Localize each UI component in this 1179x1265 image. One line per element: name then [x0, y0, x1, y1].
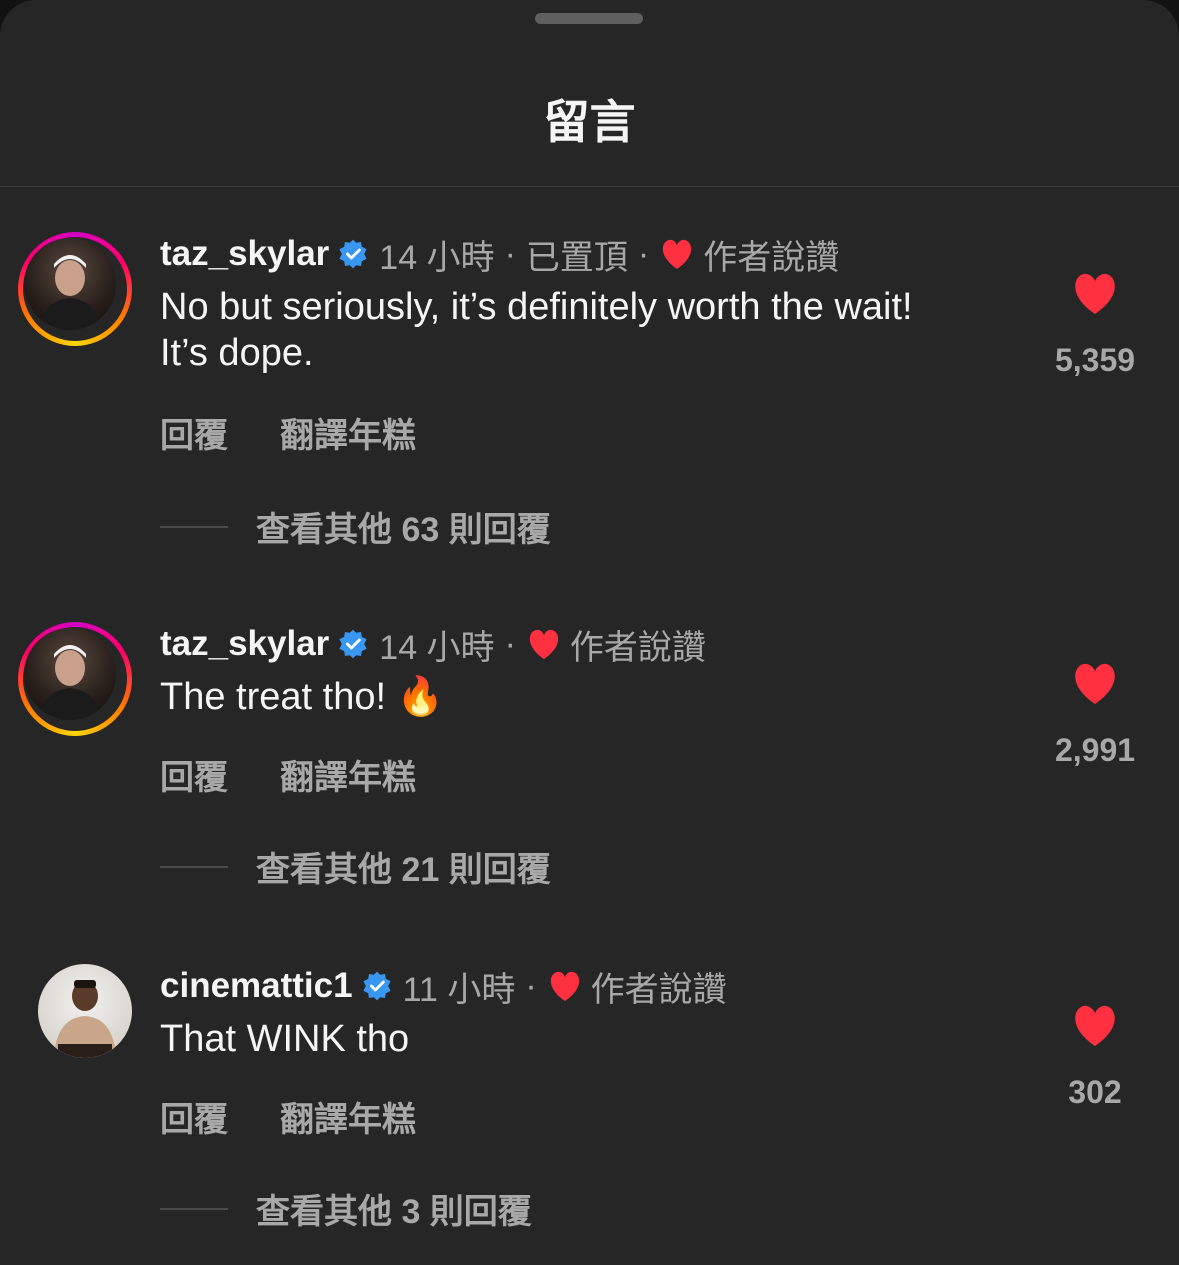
like-count: 2,991: [1054, 732, 1136, 768]
like-column: 5,359: [1040, 272, 1150, 379]
like-column: 2,991: [1040, 662, 1150, 769]
like-count: 5,359: [1054, 342, 1136, 378]
heart-icon: [529, 629, 559, 659]
view-replies-label: 查看其他 3 則回覆: [256, 1193, 532, 1231]
username[interactable]: cinemattic1: [160, 966, 353, 1006]
reply-button[interactable]: 回覆: [160, 408, 228, 457]
view-replies-button[interactable]: 查看其他 3 則回覆: [160, 1184, 532, 1233]
comment-text: The treat tho! 🔥: [160, 676, 444, 718]
comments-sheet: 留言 taz_skylar 14 小時 · 已置頂 · 作者說讚 No but …: [0, 0, 1179, 1265]
comment-time: 11 小時: [402, 970, 516, 1009]
replies-divider-line: [160, 525, 228, 528]
replies-divider-line: [160, 1207, 228, 1210]
avatar-story-ring[interactable]: [18, 232, 132, 346]
like-column: 302: [1040, 1004, 1150, 1111]
username[interactable]: taz_skylar: [160, 234, 329, 274]
author-liked-label: 作者說讚: [590, 970, 727, 1009]
author-liked-label: 作者說讚: [703, 238, 840, 277]
username[interactable]: taz_skylar: [160, 624, 329, 664]
comment-text: No but seriously, it’s definitely worth …: [160, 286, 913, 374]
heart-icon[interactable]: [1071, 272, 1119, 316]
avatar: [24, 628, 116, 720]
heart-icon: [663, 239, 692, 269]
verified-badge-icon: [339, 629, 367, 659]
translate-button[interactable]: 翻譯年糕: [280, 408, 416, 457]
sheet-grabber[interactable]: [535, 13, 643, 24]
view-replies-label: 查看其他 21 則回覆: [256, 851, 551, 889]
author-liked-label: 作者說讚: [569, 628, 706, 667]
comment-time: 14 小時: [379, 238, 495, 277]
reply-button[interactable]: 回覆: [160, 1092, 228, 1141]
avatar-story-ring[interactable]: [18, 622, 132, 736]
translate-button[interactable]: 翻譯年糕: [280, 1092, 416, 1141]
heart-icon: [550, 971, 579, 1001]
comment-actions: 回覆 翻譯年糕: [160, 750, 416, 799]
comment-actions: 回覆 翻譯年糕: [160, 1092, 416, 1141]
translate-button[interactable]: 翻譯年糕: [280, 750, 416, 799]
comment-header: cinemattic1 11 小時 · 作者說讚: [160, 964, 727, 1009]
sheet-title: 留言: [543, 96, 636, 148]
comment-actions: 回覆 翻譯年糕: [160, 408, 416, 457]
view-replies-button[interactable]: 查看其他 21 則回覆: [160, 842, 551, 891]
verified-badge-icon: [339, 239, 367, 269]
header-divider: [0, 186, 1179, 187]
comment-header: taz_skylar 14 小時 · 已置頂 · 作者說讚: [160, 232, 840, 277]
view-replies-button[interactable]: 查看其他 63 則回覆: [160, 502, 551, 551]
pinned-label: 已置頂: [525, 238, 628, 277]
like-count: 302: [1068, 1074, 1122, 1110]
comment-time: 14 小時: [379, 628, 495, 667]
heart-icon[interactable]: [1071, 1004, 1119, 1048]
heart-icon[interactable]: [1071, 662, 1119, 706]
comment-text: That WINK tho: [160, 1018, 410, 1060]
view-replies-label: 查看其他 63 則回覆: [256, 511, 551, 549]
verified-badge-icon: [362, 971, 391, 1001]
replies-divider-line: [160, 865, 228, 868]
comment-header: taz_skylar 14 小時 · 作者說讚: [160, 622, 706, 667]
reply-button[interactable]: 回覆: [160, 750, 228, 799]
avatar: [24, 238, 116, 330]
avatar[interactable]: [38, 964, 132, 1058]
